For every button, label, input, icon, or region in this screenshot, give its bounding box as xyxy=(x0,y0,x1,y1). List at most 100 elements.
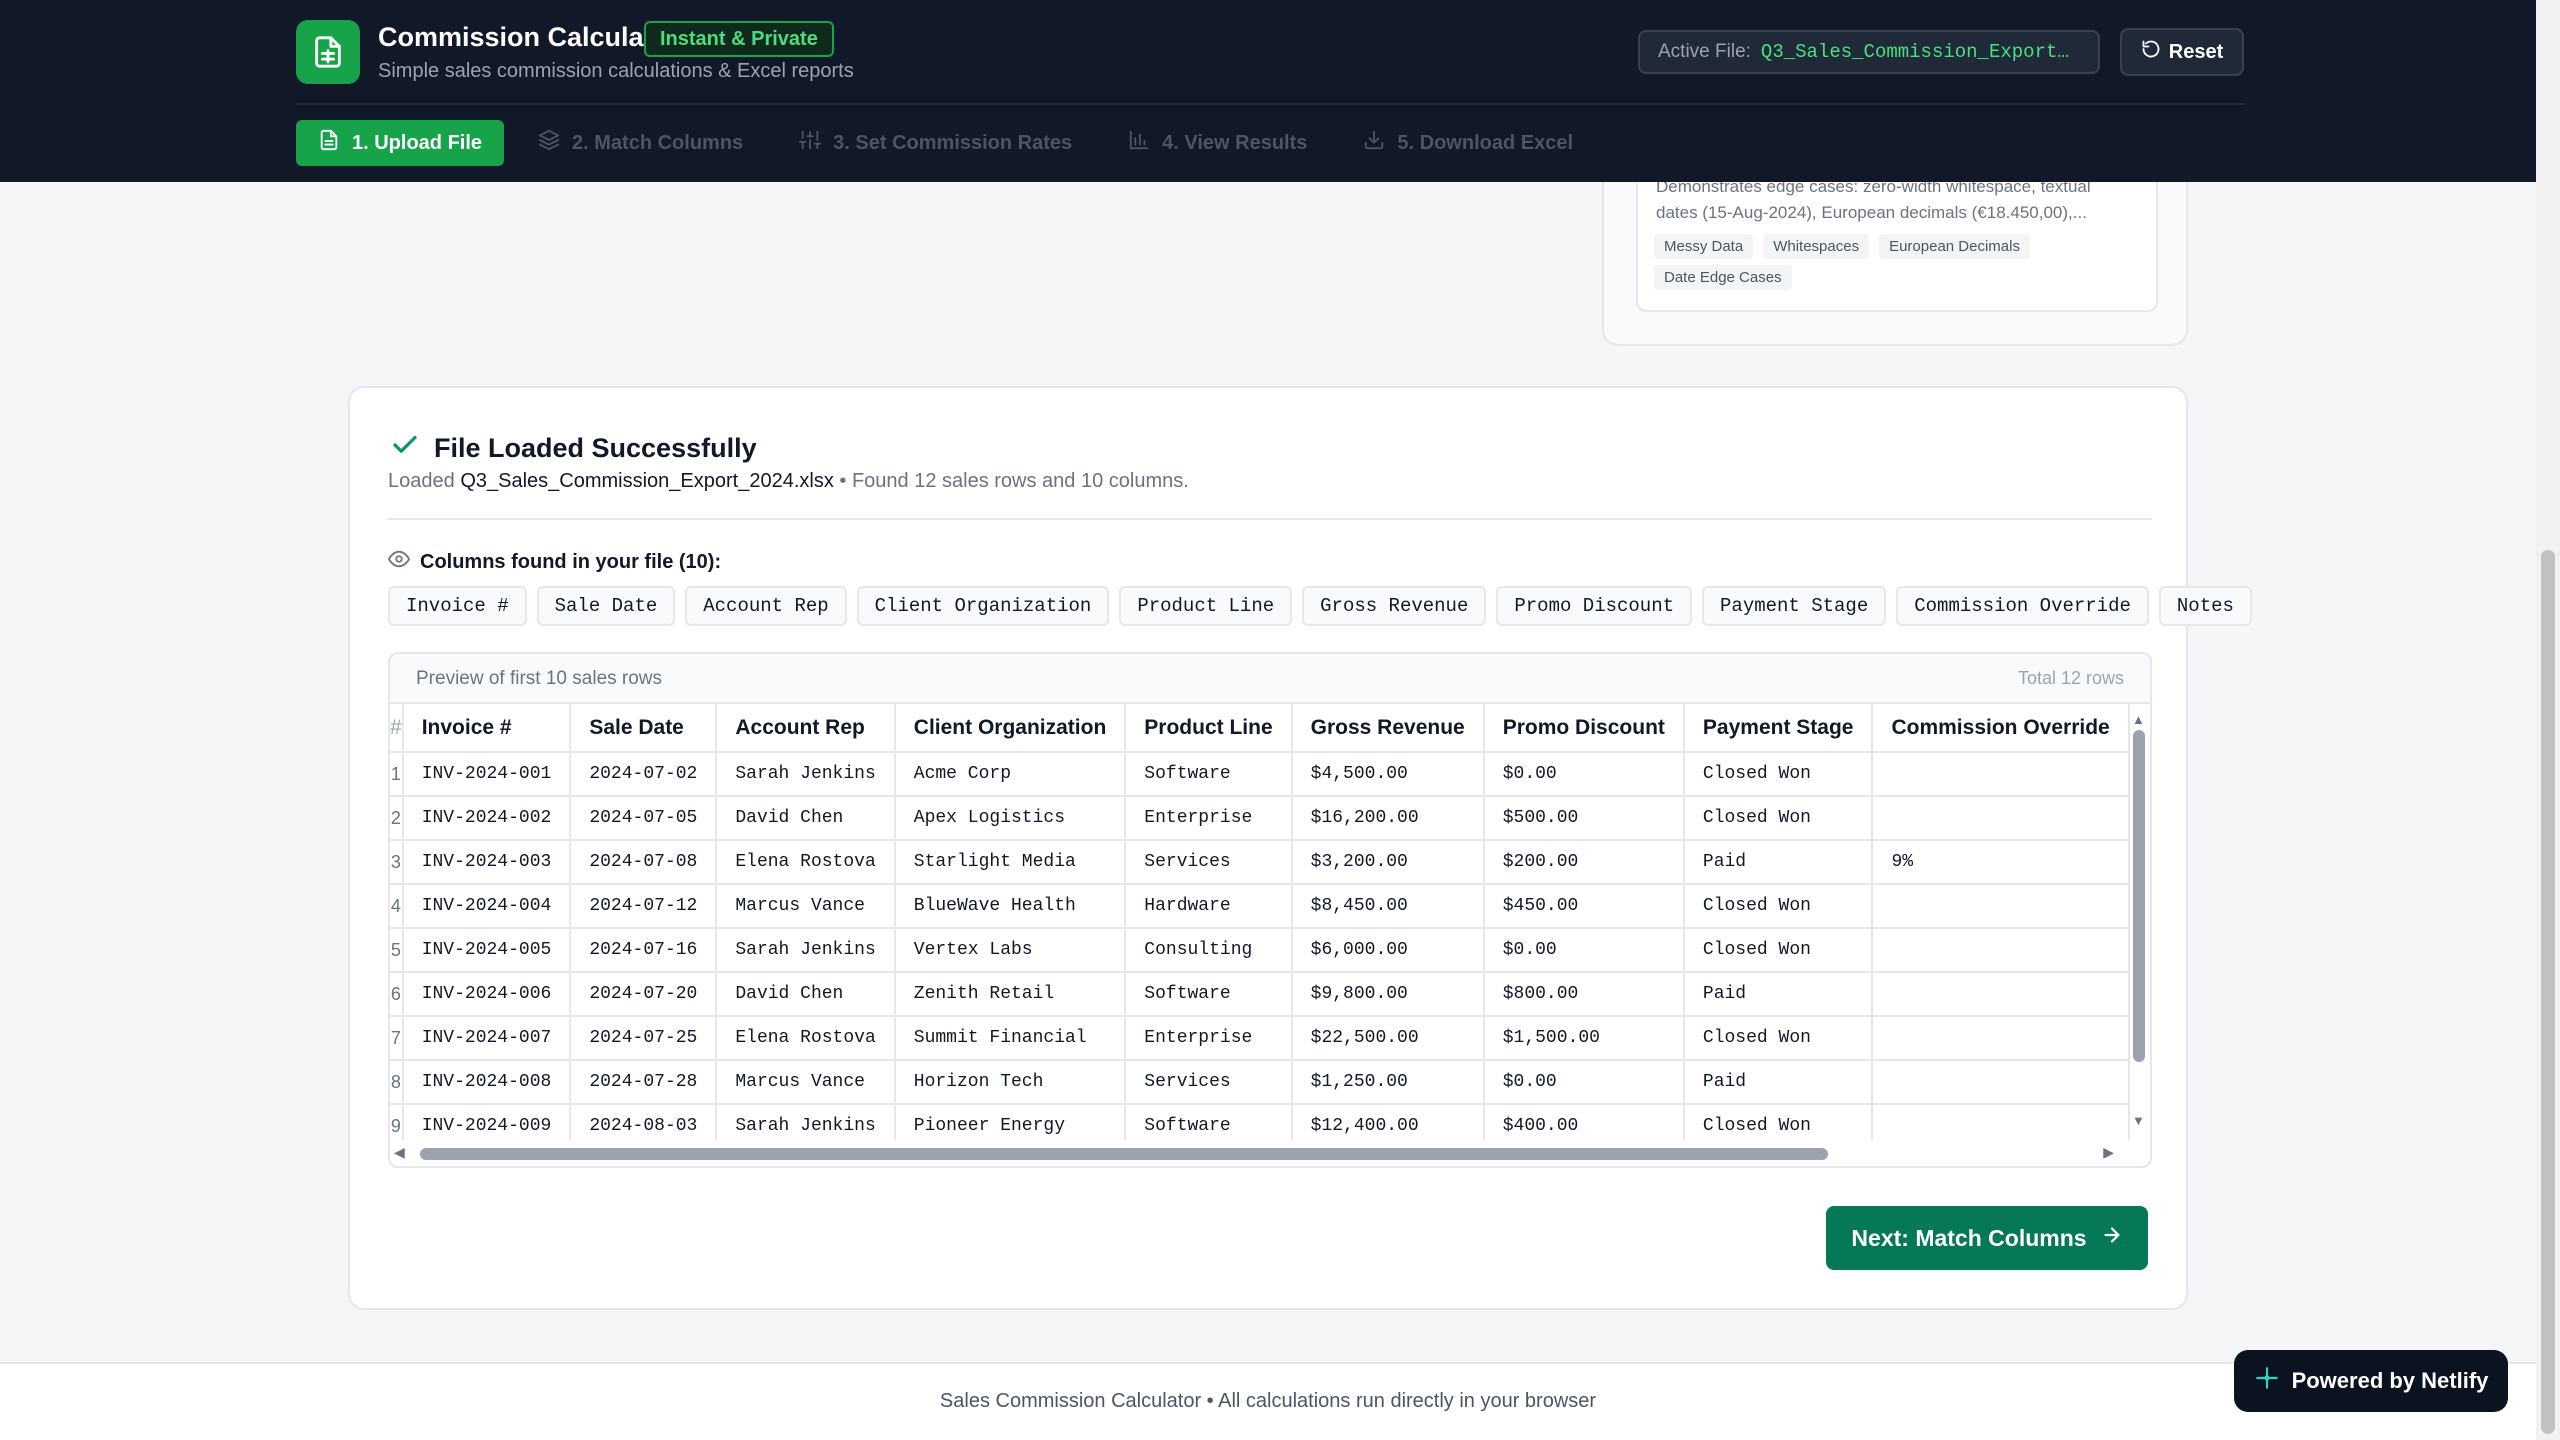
scroll-left-arrow-icon[interactable]: ◀ xyxy=(394,1144,405,1161)
table-cell: Vertex Labs xyxy=(894,928,1127,973)
privacy-badge: Instant & Private xyxy=(644,21,834,57)
table-cell: INV-2024-005 xyxy=(402,928,572,973)
table-cell: INV-2024-002 xyxy=(402,796,572,841)
row-index-cell: 7 xyxy=(390,1016,404,1061)
summary-prefix: Loaded xyxy=(388,470,455,492)
reset-label: Reset xyxy=(2168,40,2224,63)
table-row: 8 INV-2024-008 2024-07-28 Marcus Vance Horiz… xyxy=(390,1060,2130,1105)
table-cell xyxy=(1872,752,2130,797)
table-vertical-scrollbar[interactable]: ▲ ▼ xyxy=(2130,712,2146,1128)
table-cell: Starlight Media xyxy=(894,840,1127,885)
eye-icon xyxy=(388,548,410,576)
step-label: 3. Set Commission Rates xyxy=(833,131,1073,154)
file-loaded-heading: File Loaded Successfully xyxy=(390,430,757,467)
scroll-down-arrow-icon[interactable]: ▼ xyxy=(2132,1113,2145,1128)
row-index-cell: 2 xyxy=(390,796,404,841)
table-row: 7 INV-2024-007 2024-07-25 Elena Rostova Summ… xyxy=(390,1016,2130,1061)
table-cell: Elena Rostova xyxy=(716,840,896,885)
column-chip: Commission Override xyxy=(1896,586,2149,626)
active-file-indicator: Active File: Q3_Sales_Commission_Export_… xyxy=(1638,30,2100,74)
table-cell: Services xyxy=(1125,840,1293,885)
preview-header: Preview of first 10 sales rows Total 12 … xyxy=(390,654,2150,704)
column-header: Account Rep xyxy=(716,704,896,753)
row-index-cell: 9 xyxy=(390,1104,404,1140)
table-cell: Closed Won xyxy=(1683,752,1874,797)
scroll-right-arrow-icon[interactable]: ▶ xyxy=(2103,1144,2114,1161)
tab-view-results[interactable]: 4. View Results xyxy=(1106,120,1329,166)
table-cell: INV-2024-007 xyxy=(402,1016,572,1061)
horizontal-scroll-thumb[interactable] xyxy=(420,1148,1828,1160)
table-cell xyxy=(1872,1104,2130,1140)
tab-set-commission-rates[interactable]: 3. Set Commission Rates xyxy=(777,120,1094,166)
table-header-row: # Invoice # Sale Date Account Rep Client Org… xyxy=(390,704,2130,753)
table-cell: INV-2024-009 xyxy=(402,1104,572,1140)
table-cell: Services xyxy=(1125,1060,1293,1105)
table-cell: David Chen xyxy=(716,796,896,841)
column-header-index: # xyxy=(390,704,404,753)
table-cell: Closed Won xyxy=(1683,1104,1874,1140)
loaded-file-name: Q3_Sales_Commission_Export_2024.xlsx xyxy=(460,470,834,492)
table-cell: Enterprise xyxy=(1125,1016,1293,1061)
column-chip: Payment Stage xyxy=(1702,586,1887,626)
table-cell xyxy=(1872,1060,2130,1105)
next-match-columns-button[interactable]: Next: Match Columns xyxy=(1826,1206,2148,1270)
table-horizontal-scrollbar[interactable]: ◀ ▶ xyxy=(390,1140,2130,1166)
column-chip: Product Line xyxy=(1119,586,1293,626)
table-cell: Marcus Vance xyxy=(716,1060,896,1105)
tab-upload-file[interactable]: 1. Upload File xyxy=(296,120,505,166)
table-row: 1 INV-2024-001 2024-07-02 Sarah Jenkins Acme… xyxy=(390,752,2130,797)
row-index-cell: 8 xyxy=(390,1060,404,1105)
table-cell: Sarah Jenkins xyxy=(716,752,896,797)
columns-found-heading: Columns found in your file (10): xyxy=(388,548,721,576)
active-file-label: Active File: xyxy=(1658,41,1751,62)
step-navigation: 1. Upload File 2. Match Columns 3. Set C… xyxy=(296,120,1595,166)
table-cell: INV-2024-008 xyxy=(402,1060,572,1105)
table-row: 5 INV-2024-005 2024-07-16 Sarah Jenkins Vert… xyxy=(390,928,2130,973)
table-cell xyxy=(1872,796,2130,841)
table-cell: $400.00 xyxy=(1483,1104,1685,1140)
reset-button[interactable]: Reset xyxy=(2120,28,2244,76)
table-row: 2 INV-2024-002 2024-07-05 David Chen Apex Lo… xyxy=(390,796,2130,841)
table-cell: Paid xyxy=(1683,972,1874,1017)
table-cell: Elena Rostova xyxy=(716,1016,896,1061)
scroll-up-arrow-icon[interactable]: ▲ xyxy=(2132,712,2145,727)
footer-text: Sales Commission Calculator • All calcul… xyxy=(939,1390,1597,1412)
file-icon xyxy=(318,129,340,157)
page-scrollbar[interactable] xyxy=(2536,0,2560,1440)
column-header: Product Line xyxy=(1125,704,1293,753)
netlify-prefix: Powered by xyxy=(2291,1368,2416,1393)
spreadsheet-logo-icon xyxy=(296,20,360,84)
tab-match-columns[interactable]: 2. Match Columns xyxy=(516,120,765,166)
table-cell: Closed Won xyxy=(1683,1016,1874,1061)
table-cell: Hardware xyxy=(1125,884,1293,929)
table-cell: $0.00 xyxy=(1483,752,1685,797)
preview-table-scroll-area[interactable]: # Invoice # Sale Date Account Rep Client Org… xyxy=(390,704,2130,1140)
table-cell: 2024-07-05 xyxy=(570,796,718,841)
page-scroll-thumb[interactable] xyxy=(2541,550,2555,1434)
netlify-icon xyxy=(2254,1365,2280,1397)
netlify-badge[interactable]: Powered by Netlify xyxy=(2234,1350,2508,1412)
table-cell: 9% xyxy=(1872,840,2130,885)
check-icon xyxy=(390,430,420,467)
active-file-name: Q3_Sales_Commission_Export_20… xyxy=(1760,41,2080,63)
tab-download-excel[interactable]: 5. Download Excel xyxy=(1341,120,1595,166)
summary-suffix: • Found 12 sales rows and 10 columns. xyxy=(839,470,1189,492)
vertical-scroll-thumb[interactable] xyxy=(2133,730,2145,1062)
column-header: Invoice # xyxy=(402,704,572,753)
column-header: Client Organization xyxy=(894,704,1127,753)
bar-chart-icon xyxy=(1128,129,1150,157)
column-header: Gross Revenue xyxy=(1291,704,1485,753)
preview-table-panel: Preview of first 10 sales rows Total 12 … xyxy=(388,652,2152,1168)
table-cell: Software xyxy=(1125,752,1293,797)
arrow-right-icon xyxy=(2101,1224,2123,1252)
step-label: 4. View Results xyxy=(1162,131,1308,154)
table-row: 3 INV-2024-003 2024-07-08 Elena Rostova Star… xyxy=(390,840,2130,885)
table-cell: $6,000.00 xyxy=(1291,928,1485,973)
sample-file-card[interactable]: Demonstrates edge cases: zero-width whit… xyxy=(1636,182,2158,312)
step-label: 1. Upload File xyxy=(352,131,483,154)
table-cell: $4,500.00 xyxy=(1291,752,1485,797)
sliders-icon xyxy=(799,129,822,157)
table-cell: Enterprise xyxy=(1125,796,1293,841)
table-cell: Paid xyxy=(1683,1060,1874,1105)
table-cell: 2024-07-16 xyxy=(570,928,718,973)
